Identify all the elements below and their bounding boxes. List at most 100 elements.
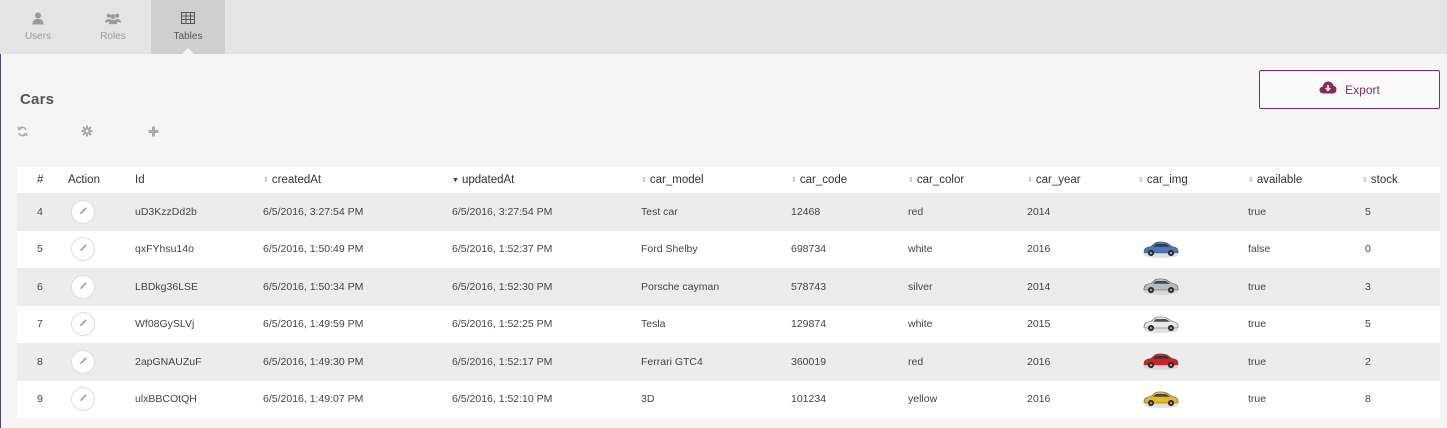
cell-car-year: 2016 (1027, 393, 1051, 406)
cell-stock: 8 (1365, 393, 1371, 406)
table-body: 4 uD3KzzDd2b 6/5/2016, 3:27:54 PM 6/5/20… (17, 193, 1440, 418)
user-icon (30, 10, 46, 26)
col-header-available[interactable]: ⇕ available (1248, 167, 1302, 193)
cell-car-code: 698734 (791, 243, 827, 256)
edit-button[interactable] (71, 349, 95, 374)
nav-item-users[interactable]: Users (1, 0, 75, 54)
nav-item-tables[interactable]: Tables (151, 0, 225, 55)
car-image (1141, 312, 1181, 337)
cell-car-color: white (908, 243, 933, 256)
cell-car-model: Porsche cayman (641, 280, 720, 293)
col-header-car-model[interactable]: ⇕ car_model (641, 167, 704, 193)
table-row[interactable]: 7 Wf08GySLVj 6/5/2016, 1:49:59 PM 6/5/20… (17, 305, 1440, 344)
cell-car-year: 2014 (1027, 280, 1051, 293)
cell-car-model: Ferrari GTC4 (641, 355, 703, 368)
row-action (71, 381, 95, 419)
cell-available: true (1248, 318, 1267, 331)
table-icon (180, 10, 196, 26)
col-header-car-code[interactable]: ⇕ car_code (791, 167, 847, 193)
cell-car-img (1141, 231, 1181, 269)
table-row[interactable]: 9 ulxBBCOtQH 6/5/2016, 1:49:07 PM 6/5/20… (17, 380, 1440, 419)
row-number: 8 (37, 355, 43, 368)
car-image (1141, 387, 1181, 412)
row-action (71, 193, 95, 231)
table-row[interactable]: 4 uD3KzzDd2b 6/5/2016, 3:27:54 PM 6/5/20… (17, 193, 1440, 231)
cell-car-img (1141, 343, 1181, 381)
edit-button[interactable] (71, 199, 95, 224)
row-number: 5 (37, 243, 43, 256)
cell-updatedat: 6/5/2016, 3:27:54 PM (452, 205, 553, 218)
cell-stock: 5 (1365, 205, 1371, 218)
cell-car-model: Tesla (641, 318, 666, 331)
car-image (1141, 237, 1181, 262)
cell-updatedat: 6/5/2016, 1:52:25 PM (452, 318, 553, 331)
export-label: Export (1345, 82, 1380, 97)
cell-id: Wf08GySLVj (135, 318, 195, 331)
table-row[interactable]: 6 LBDkg36LSE 6/5/2016, 1:50:34 PM 6/5/20… (17, 268, 1440, 306)
cell-car-code: 129874 (791, 318, 827, 331)
col-header-car-year[interactable]: ⇕ car_year (1027, 167, 1081, 193)
cell-createdat: 6/5/2016, 3:27:54 PM (263, 205, 364, 218)
table-row[interactable]: 5 qxFYhsu14o 6/5/2016, 1:50:49 PM 6/5/20… (17, 230, 1440, 269)
sort-icon: ⇕ (1362, 177, 1368, 184)
col-header-id[interactable]: Id (135, 167, 145, 193)
nav-label: Roles (100, 31, 126, 42)
cell-id: 2apGNAUZuF (135, 355, 202, 368)
table-header: # Action Id ⇕ createdAt ▼ updatedAt ⇕ car_m… (17, 167, 1440, 193)
col-header-updatedat[interactable]: ▼ updatedAt (452, 167, 514, 193)
cell-updatedat: 6/5/2016, 1:52:30 PM (452, 280, 553, 293)
nav-item-roles[interactable]: Roles (76, 0, 150, 54)
page-title: Cars (20, 91, 55, 108)
col-header-createdat[interactable]: ⇕ createdAt (263, 167, 321, 193)
cell-car-color: yellow (908, 393, 938, 406)
cell-id: qxFYhsu14o (135, 243, 194, 256)
sort-icon: ⇕ (263, 177, 269, 184)
sort-icon: ⇕ (791, 177, 797, 184)
cell-createdat: 6/5/2016, 1:49:30 PM (263, 355, 364, 368)
edit-button[interactable] (71, 387, 95, 412)
row-number: 9 (37, 393, 43, 406)
cell-car-color: red (908, 355, 924, 368)
cell-id: ulxBBCOtQH (135, 393, 197, 406)
cell-stock: 5 (1365, 318, 1371, 331)
cell-id: uD3KzzDd2b (135, 205, 197, 218)
row-action (71, 306, 95, 344)
cell-available: true (1248, 280, 1267, 293)
export-button[interactable]: Export (1259, 70, 1440, 109)
cell-car-code: 12468 (791, 205, 821, 218)
pencil-icon (79, 206, 88, 218)
row-action (71, 231, 95, 269)
cell-car-year: 2016 (1027, 243, 1051, 256)
cell-id: LBDkg36LSE (135, 280, 199, 293)
plus-icon[interactable] (146, 124, 160, 138)
edit-button[interactable] (71, 237, 95, 262)
gear-icon[interactable] (80, 124, 94, 138)
cars-table: # Action Id ⇕ createdAt ▼ updatedAt ⇕ car_m… (17, 167, 1440, 418)
row-number: 6 (37, 280, 43, 293)
cell-car-img (1141, 306, 1181, 344)
col-header-car-img[interactable]: ⇕ car_img (1138, 167, 1188, 193)
pencil-icon (79, 243, 88, 255)
col-header-car-color[interactable]: ⇕ car_color (908, 167, 964, 193)
nav-label: Users (24, 31, 52, 42)
table-row[interactable]: 8 2apGNAUZuF 6/5/2016, 1:49:30 PM 6/5/20… (17, 343, 1440, 381)
refresh-icon[interactable] (15, 124, 29, 138)
cell-car-color: red (908, 205, 924, 218)
users-icon (105, 10, 121, 26)
cell-stock: 0 (1365, 243, 1371, 256)
cell-createdat: 6/5/2016, 1:49:59 PM (263, 318, 364, 331)
edit-button[interactable] (71, 312, 95, 337)
sort-icon: ⇕ (1138, 177, 1144, 184)
cell-car-code: 578743 (791, 280, 827, 293)
cell-stock: 2 (1365, 355, 1371, 368)
car-image (1141, 274, 1181, 299)
cell-car-year: 2016 (1027, 355, 1051, 368)
edit-button[interactable] (71, 274, 95, 299)
cell-car-color: silver (908, 280, 933, 293)
col-header-stock[interactable]: ⇕ stock (1362, 167, 1398, 193)
cell-car-img (1141, 268, 1181, 306)
cell-car-code: 360019 (791, 355, 827, 368)
pencil-icon (79, 393, 88, 405)
cell-createdat: 6/5/2016, 1:50:49 PM (263, 243, 364, 256)
nav-label: Tables (173, 31, 203, 42)
